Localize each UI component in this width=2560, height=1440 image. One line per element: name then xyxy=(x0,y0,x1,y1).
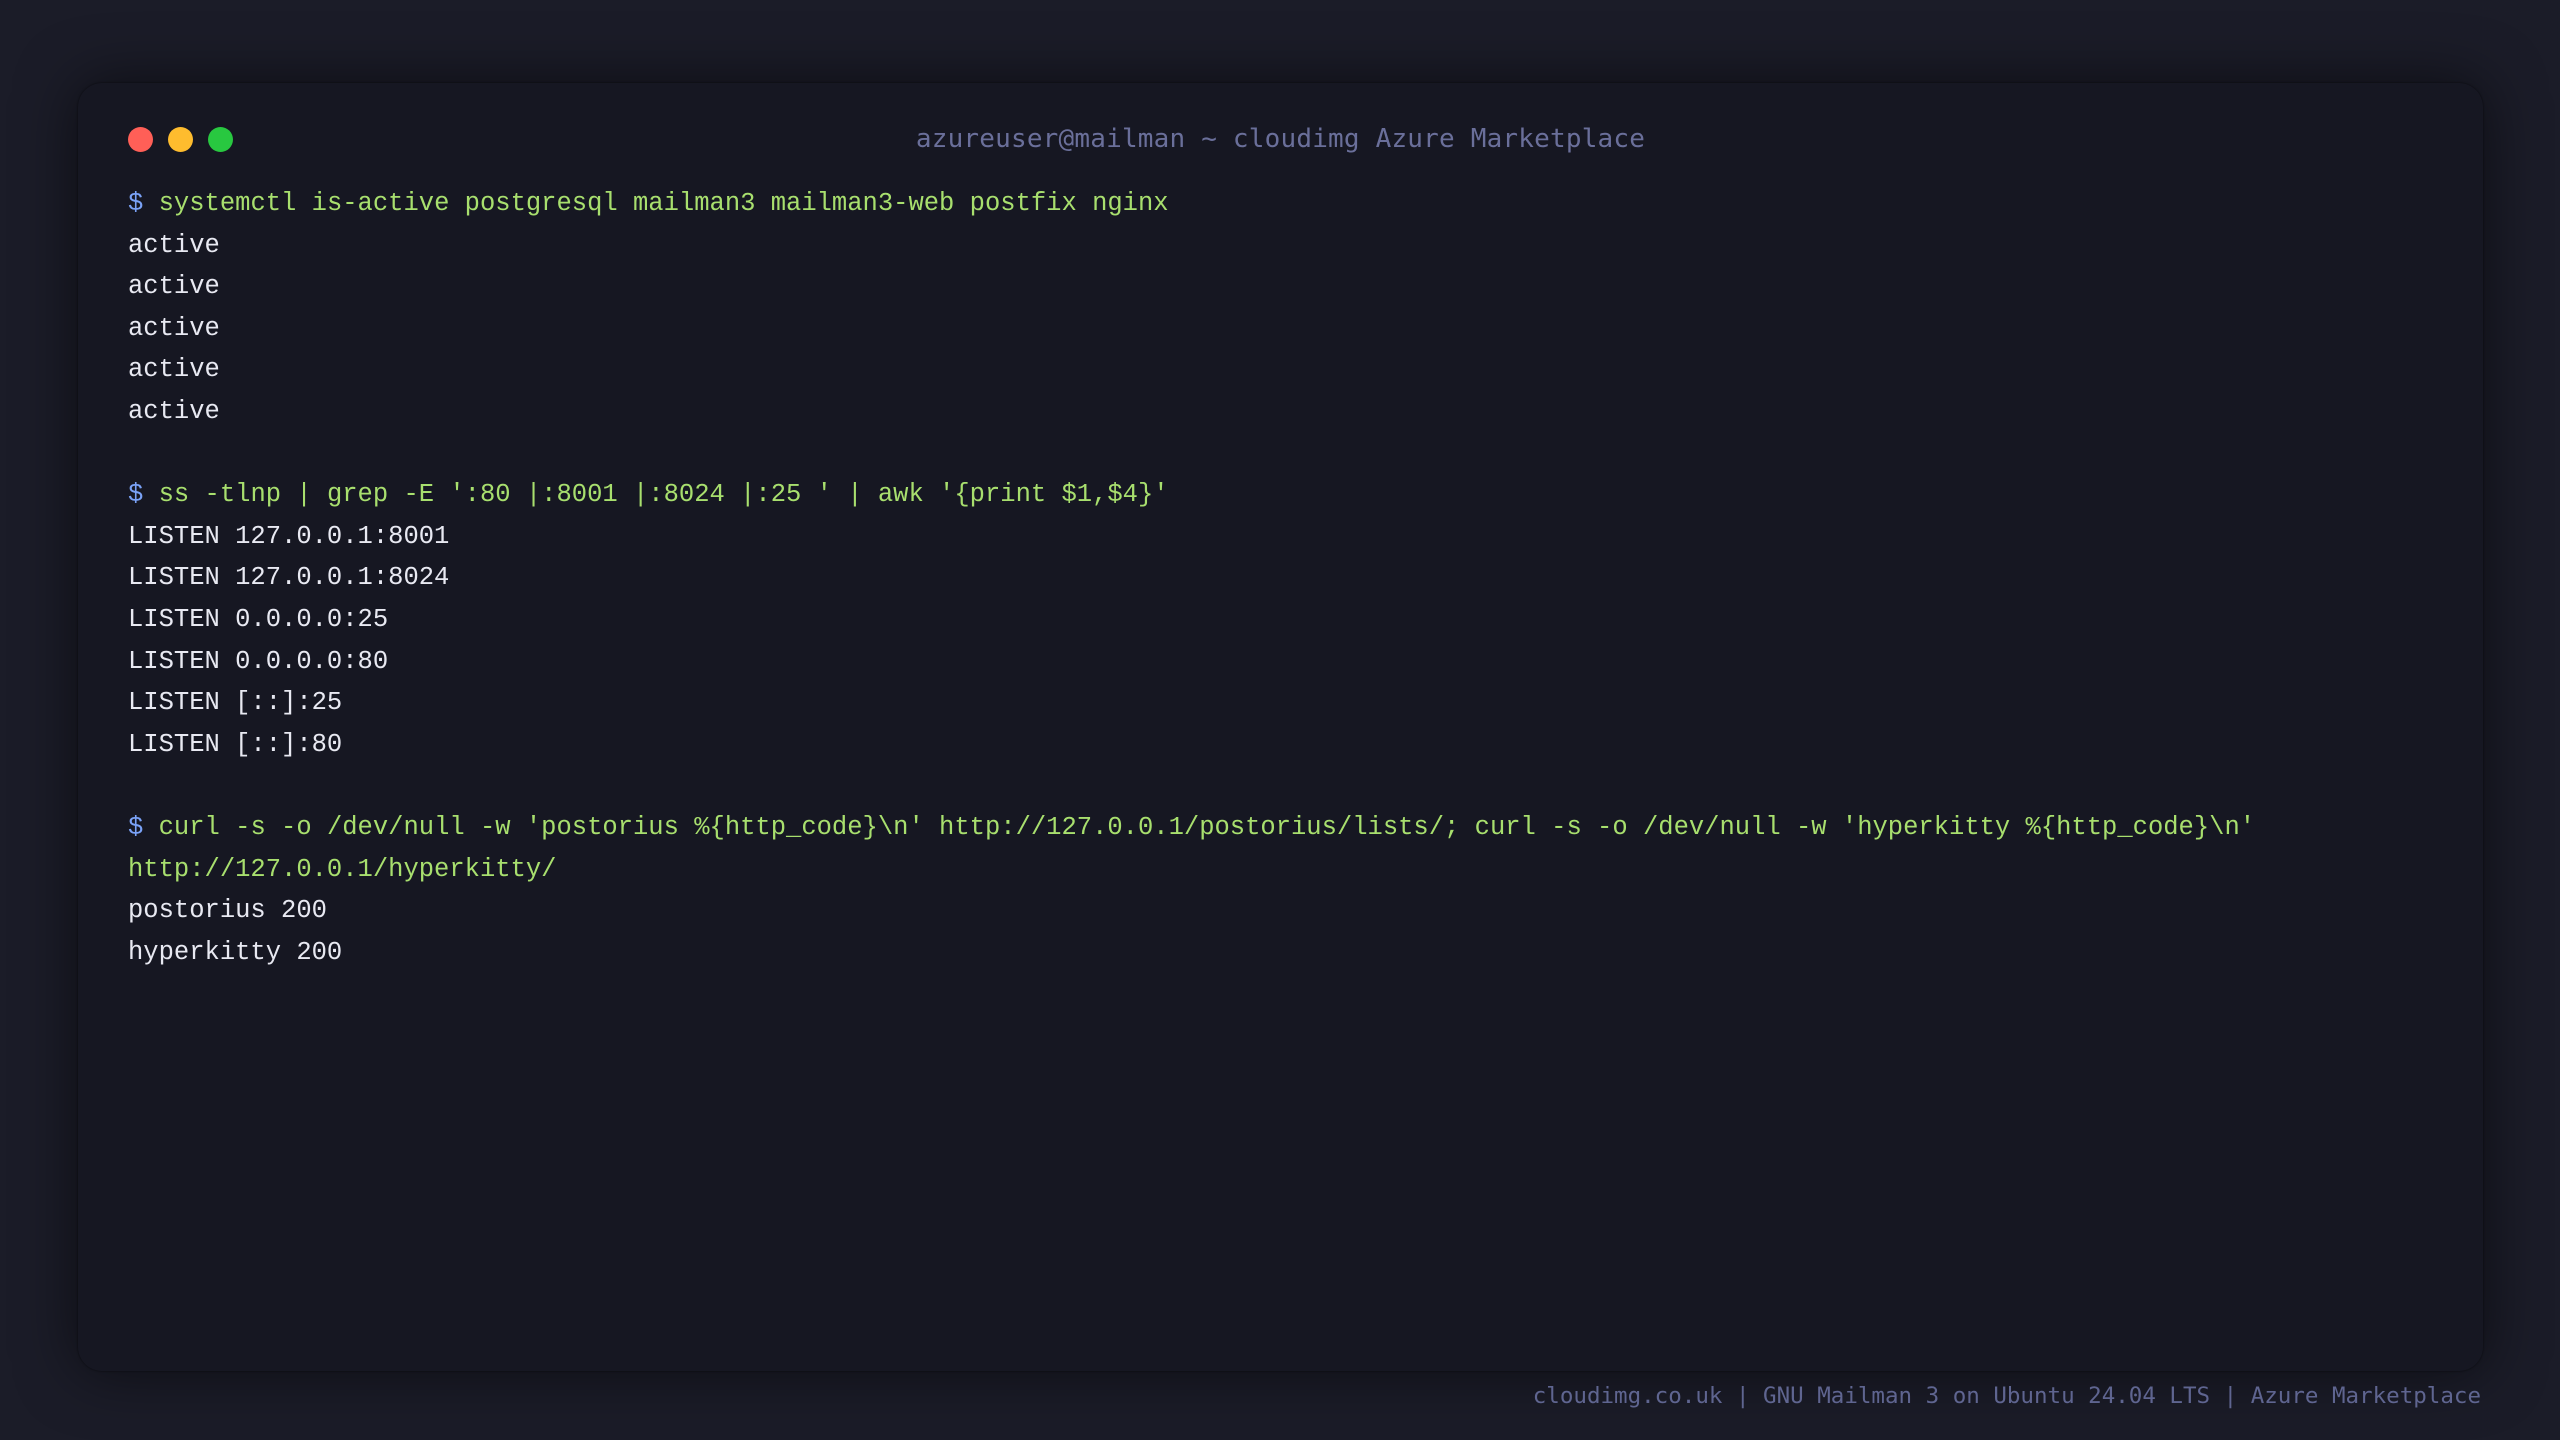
footer-caption: cloudimg.co.uk | GNU Mailman 3 on Ubuntu… xyxy=(1532,1383,2481,1409)
command-line: $ curl -s -o /dev/null -w 'postorius %{h… xyxy=(128,807,2443,849)
output-line: LISTEN [::]:80 xyxy=(128,729,343,759)
window-title: azureuser@mailman ~ cloudimg Azure Marke… xyxy=(915,124,1646,154)
output-line: LISTEN 127.0.0.1:8024 xyxy=(128,563,450,593)
output-line: LISTEN [::]:25 xyxy=(128,688,343,718)
output-line: LISTEN 127.0.0.1:8001 xyxy=(128,521,450,551)
command-line: $ ss -tlnp | grep -E ':80 |:8001 |:8024 … xyxy=(128,474,2443,516)
prompt-symbol: $ xyxy=(128,480,144,510)
terminal-window: azureuser@mailman ~ cloudimg Azure Marke… xyxy=(78,83,2483,1371)
output-line: active xyxy=(128,272,220,302)
output-line: LISTEN 0.0.0.0:80 xyxy=(128,646,389,676)
title-bar: azureuser@mailman ~ cloudimg Azure Marke… xyxy=(78,83,2483,187)
command-text: systemctl is-active postgresql mailman3 … xyxy=(158,189,1169,218)
output-line: LISTEN 0.0.0.0:25 xyxy=(128,604,389,634)
output-line: hyperkitty 200 xyxy=(128,937,343,967)
output-line: active xyxy=(128,396,220,426)
prompt-symbol: $ xyxy=(128,189,144,218)
output-line: active xyxy=(128,230,220,260)
command-text: curl -s -o /dev/null -w 'postorius %{htt… xyxy=(158,812,2256,842)
output-line: postorius 200 xyxy=(128,896,327,926)
command-wrap-line: http://127.0.0.1/hyperkitty/ xyxy=(128,854,557,884)
output-line: active xyxy=(128,355,220,385)
terminal-output[interactable]: $ systemctl is-active postgresql mailman… xyxy=(128,183,2443,973)
command-text: ss -tlnp | grep -E ':80 |:8001 |:8024 |:… xyxy=(158,480,1169,510)
output-line: active xyxy=(128,313,220,343)
prompt-symbol: $ xyxy=(128,812,144,842)
command-line: $ systemctl is-active postgresql mailman… xyxy=(128,183,2443,225)
